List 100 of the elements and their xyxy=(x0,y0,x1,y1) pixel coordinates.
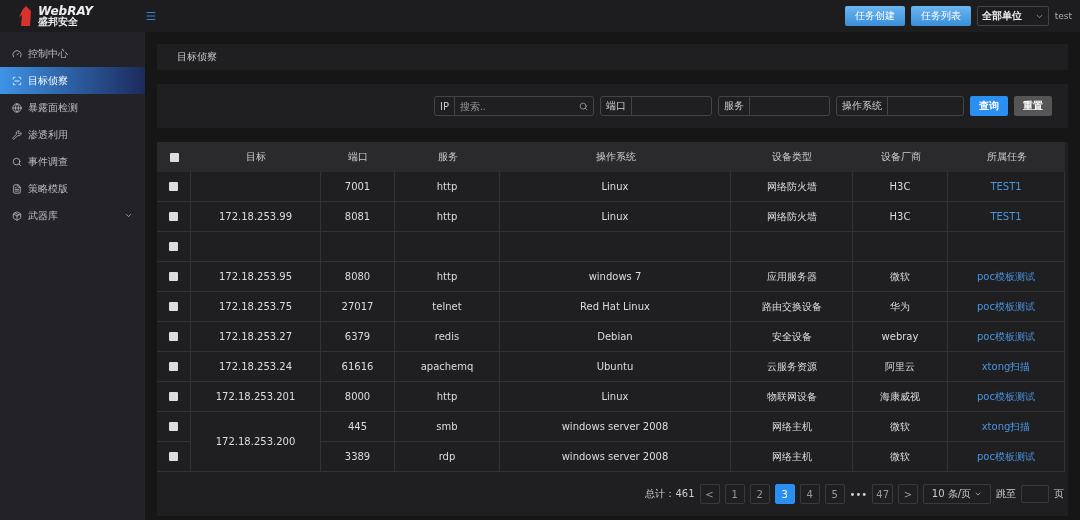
table-cell: 27017 xyxy=(321,292,395,322)
table-cell: 445 xyxy=(321,412,395,442)
checkbox[interactable] xyxy=(169,422,178,431)
user-name[interactable]: test xyxy=(1054,11,1072,21)
table-cell: 微软 xyxy=(853,442,948,472)
logo-subtext: 盛邦安全 xyxy=(38,17,78,27)
table-cell: Linux xyxy=(500,382,731,412)
column-header: 端口 xyxy=(321,142,395,172)
reset-button[interactable]: 重置 xyxy=(1014,96,1052,116)
table-cell: 8080 xyxy=(321,262,395,292)
page-button[interactable]: 5 xyxy=(824,484,845,504)
wrench-icon xyxy=(12,129,22,140)
sidebar-item[interactable]: 目标侦察 xyxy=(0,67,145,94)
table-cell: 网络防火墙 xyxy=(731,202,853,232)
table-cell: H3C xyxy=(853,202,948,232)
table-cell: 61616 xyxy=(321,352,395,382)
column-header: 目标 xyxy=(191,142,321,172)
task-link[interactable]: poc模板测试 xyxy=(977,389,1035,404)
page-button[interactable]: 2 xyxy=(749,484,770,504)
checkbox[interactable] xyxy=(169,242,178,251)
table-cell: Linux xyxy=(500,172,731,202)
globe-icon xyxy=(12,102,22,113)
task-link[interactable]: xtong扫描 xyxy=(981,419,1031,434)
table-cell: H3C xyxy=(853,172,948,202)
table-cell: 172.18.253.99 xyxy=(191,202,321,232)
table-cell: 路由交换设备 xyxy=(731,292,853,322)
logo-text: WebRAY xyxy=(38,5,94,17)
column-header: 所属任务 xyxy=(948,142,1065,172)
table-cell: 172.18.253.201 xyxy=(191,382,321,412)
table-cell: http xyxy=(395,202,500,232)
sidebar-item[interactable]: 武器库 xyxy=(0,202,145,229)
table-cell: http xyxy=(395,172,500,202)
table-cell: 网络主机 xyxy=(731,442,853,472)
page-unit: 页 xyxy=(1054,487,1064,501)
checkbox[interactable] xyxy=(169,212,178,221)
chevron-down-icon xyxy=(974,490,983,498)
gauge-icon xyxy=(12,48,22,59)
task-link[interactable]: TEST1 xyxy=(990,181,1022,192)
checkbox[interactable] xyxy=(169,152,179,162)
package-icon xyxy=(12,210,22,221)
checkbox[interactable] xyxy=(169,332,178,341)
table-cell: smb xyxy=(395,412,500,442)
table-cell: 172.18.253.24 xyxy=(191,352,321,382)
table-cell: rdp xyxy=(395,442,500,472)
table-cell: 微软 xyxy=(853,262,948,292)
task-link[interactable]: xtong扫描 xyxy=(981,359,1031,374)
sidebar-item[interactable]: 事件调查 xyxy=(0,148,145,175)
table-cell: 安全设备 xyxy=(731,322,853,352)
filter-field[interactable]: 操作系统 xyxy=(836,96,964,116)
jump-label: 跳至 xyxy=(996,487,1016,501)
query-button[interactable]: 查询 xyxy=(970,96,1008,116)
column-header: 操作系统 xyxy=(500,142,731,172)
task-link[interactable]: poc模板测试 xyxy=(977,269,1035,284)
page-jump-field[interactable] xyxy=(1021,485,1049,503)
prev-page-button[interactable]: < xyxy=(699,484,720,504)
checkbox[interactable] xyxy=(169,302,178,311)
page-size-select[interactable]: 10 条/页 xyxy=(923,484,991,504)
task-link[interactable]: TEST1 xyxy=(990,211,1022,222)
task-link[interactable]: poc模板测试 xyxy=(977,299,1035,314)
table-cell: Red Hat Linux xyxy=(500,292,731,322)
checkbox[interactable] xyxy=(169,272,178,281)
checkbox[interactable] xyxy=(169,182,178,191)
sidebar-item[interactable]: 策略模版 xyxy=(0,175,145,202)
filter-field[interactable]: IP 搜索.. xyxy=(434,96,594,116)
table-cell: windows server 2008 xyxy=(500,442,731,472)
next-page-button[interactable]: > xyxy=(898,484,918,504)
checkbox[interactable] xyxy=(169,452,178,461)
table-cell: 8081 xyxy=(321,202,395,232)
checkbox[interactable] xyxy=(169,392,178,401)
table-cell: 172.18.253.75 xyxy=(191,292,321,322)
document-icon xyxy=(12,183,22,194)
table-cell: 172.18.253.95 xyxy=(191,262,321,292)
unit-select[interactable]: 全部单位 xyxy=(976,6,1049,26)
page-button[interactable]: 3 xyxy=(774,484,795,504)
table-cell: 华为 xyxy=(853,292,948,322)
column-header: 设备类型 xyxy=(731,142,853,172)
table-cell: http xyxy=(395,382,500,412)
table-cell: 海康威视 xyxy=(853,382,948,412)
page-button[interactable]: 47 xyxy=(872,484,893,504)
table-cell: 网络防火墙 xyxy=(731,172,853,202)
table-cell: 172.18.253.27 xyxy=(191,322,321,352)
sidebar-item[interactable]: 暴露面检测 xyxy=(0,94,145,121)
task-link[interactable]: poc模板测试 xyxy=(977,329,1035,344)
task-link[interactable]: poc模板测试 xyxy=(977,449,1035,464)
scan-icon xyxy=(12,75,22,86)
table-cell: 应用服务器 xyxy=(731,262,853,292)
table-cell: windows 7 xyxy=(500,262,731,292)
sidebar-item[interactable]: 控制中心 xyxy=(0,40,145,67)
page-button[interactable]: 1 xyxy=(724,484,745,504)
checkbox[interactable] xyxy=(169,362,178,371)
sidebar-item[interactable]: 渗透利用 xyxy=(0,121,145,148)
page-button[interactable]: 4 xyxy=(799,484,820,504)
filter-field[interactable]: 服务 xyxy=(718,96,830,116)
filter-field[interactable]: 端口 xyxy=(600,96,712,116)
table-cell: redis xyxy=(395,322,500,352)
table-cell: windows server 2008 xyxy=(500,412,731,442)
menu-icon[interactable] xyxy=(145,10,157,22)
table-cell: 云服务资源 xyxy=(731,352,853,382)
text-input[interactable]: 搜索.. xyxy=(455,100,579,112)
table-cell: Linux xyxy=(500,202,731,232)
